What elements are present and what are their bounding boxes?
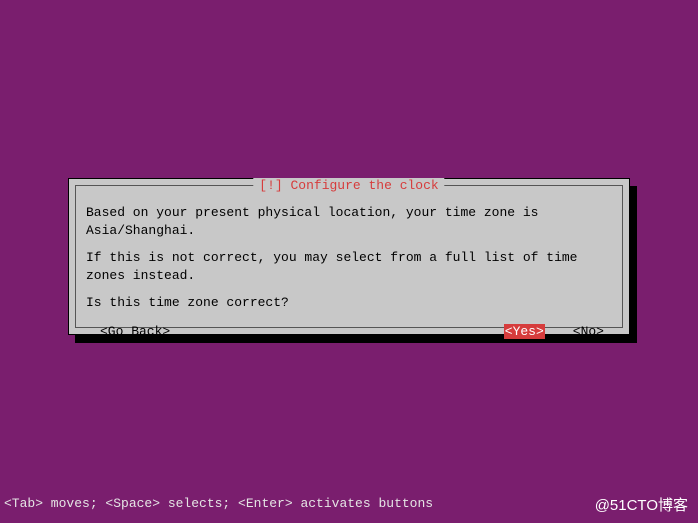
help-bar: <Tab> moves; <Space> selects; <Enter> ac… xyxy=(0,496,437,511)
dialog-prompt: Is this time zone correct? xyxy=(86,294,612,312)
dialog-frame: [!] Configure the clock Based on your pr… xyxy=(75,185,623,328)
go-back-button[interactable]: <Go Back> xyxy=(100,324,170,339)
configure-clock-dialog: [!] Configure the clock Based on your pr… xyxy=(68,178,630,335)
dialog-line-2: If this is not correct, you may select f… xyxy=(86,249,612,284)
dialog-body: Based on your present physical location,… xyxy=(86,204,612,312)
dialog-line-1: Based on your present physical location,… xyxy=(86,204,612,239)
dialog-title: [!] Configure the clock xyxy=(253,178,444,193)
no-button[interactable]: <No> xyxy=(573,324,604,339)
dialog-button-row: <Go Back> <Yes> <No> xyxy=(86,324,612,339)
confirm-button-group: <Yes> <No> xyxy=(504,324,604,339)
yes-button[interactable]: <Yes> xyxy=(504,324,545,339)
watermark: @51CTO博客 xyxy=(595,494,688,515)
